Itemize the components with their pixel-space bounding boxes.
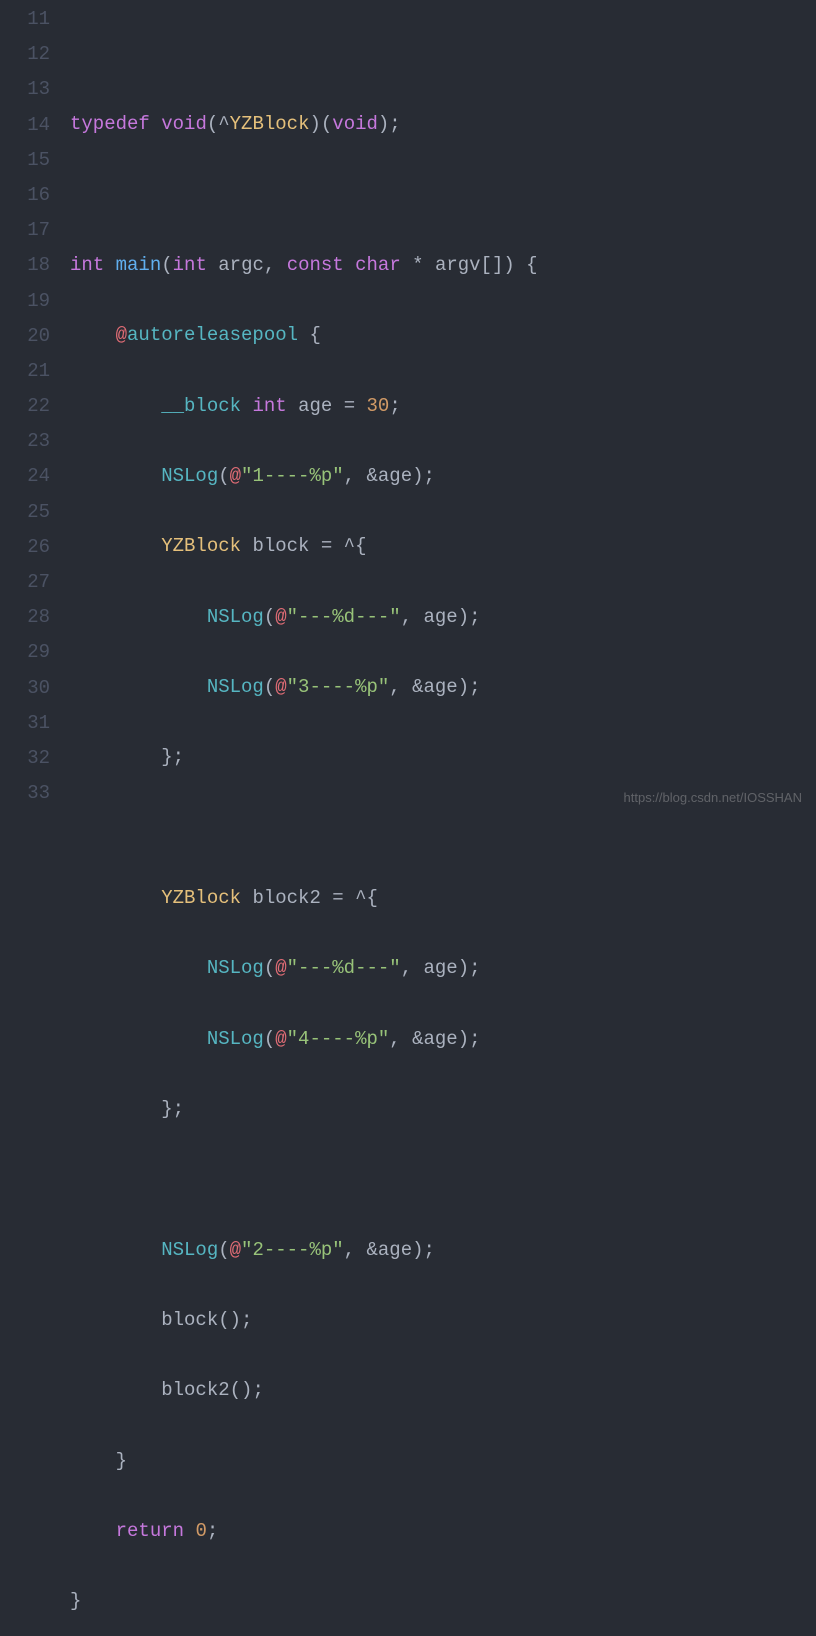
line-number: 11 [0, 2, 50, 37]
code-line: YZBlock block = ^{ [70, 529, 816, 564]
code-content[interactable]: typedef void(^YZBlock)(void); int main(i… [70, 2, 816, 1636]
line-number: 23 [0, 424, 50, 459]
line-number-gutter: 11 12 13 14 15 16 17 18 19 20 21 22 23 2… [0, 2, 70, 1636]
line-number: 19 [0, 284, 50, 319]
code-line [70, 37, 816, 72]
line-number: 26 [0, 530, 50, 565]
line-number: 20 [0, 319, 50, 354]
code-line: int main(int argc, const char * argv[]) … [70, 248, 816, 283]
code-line: NSLog(@"2----%p", &age); [70, 1233, 816, 1268]
line-number: 33 [0, 776, 50, 811]
code-line: block(); [70, 1303, 816, 1338]
line-number: 32 [0, 741, 50, 776]
line-number: 14 [0, 108, 50, 143]
line-number: 18 [0, 248, 50, 283]
line-number: 25 [0, 495, 50, 530]
code-line: }; [70, 740, 816, 775]
line-number: 21 [0, 354, 50, 389]
line-number: 12 [0, 37, 50, 72]
code-line: } [70, 1584, 816, 1619]
code-line [70, 811, 816, 846]
code-line: NSLog(@"---%d---", age); [70, 951, 816, 986]
code-line: __block int age = 30; [70, 389, 816, 424]
watermark-text: https://blog.csdn.net/IOSSHAN [624, 786, 802, 810]
line-number: 15 [0, 143, 50, 178]
line-number: 17 [0, 213, 50, 248]
code-line: typedef void(^YZBlock)(void); [70, 107, 816, 142]
line-number: 22 [0, 389, 50, 424]
line-number: 28 [0, 600, 50, 635]
code-line: block2(); [70, 1373, 816, 1408]
code-line [70, 178, 816, 213]
code-line [70, 1162, 816, 1197]
line-number: 30 [0, 671, 50, 706]
code-line: NSLog(@"4----%p", &age); [70, 1022, 816, 1057]
code-line: NSLog(@"3----%p", &age); [70, 670, 816, 705]
line-number: 29 [0, 635, 50, 670]
line-number: 16 [0, 178, 50, 213]
code-line: } [70, 1444, 816, 1479]
line-number: 31 [0, 706, 50, 741]
line-number: 27 [0, 565, 50, 600]
line-number: 13 [0, 72, 50, 107]
code-line: return 0; [70, 1514, 816, 1549]
code-line: }; [70, 1092, 816, 1127]
code-line: YZBlock block2 = ^{ [70, 881, 816, 916]
line-number: 24 [0, 459, 50, 494]
code-line: NSLog(@"1----%p", &age); [70, 459, 816, 494]
code-line: @autoreleasepool { [70, 318, 816, 353]
code-line: NSLog(@"---%d---", age); [70, 600, 816, 635]
code-editor: 11 12 13 14 15 16 17 18 19 20 21 22 23 2… [0, 0, 816, 1636]
